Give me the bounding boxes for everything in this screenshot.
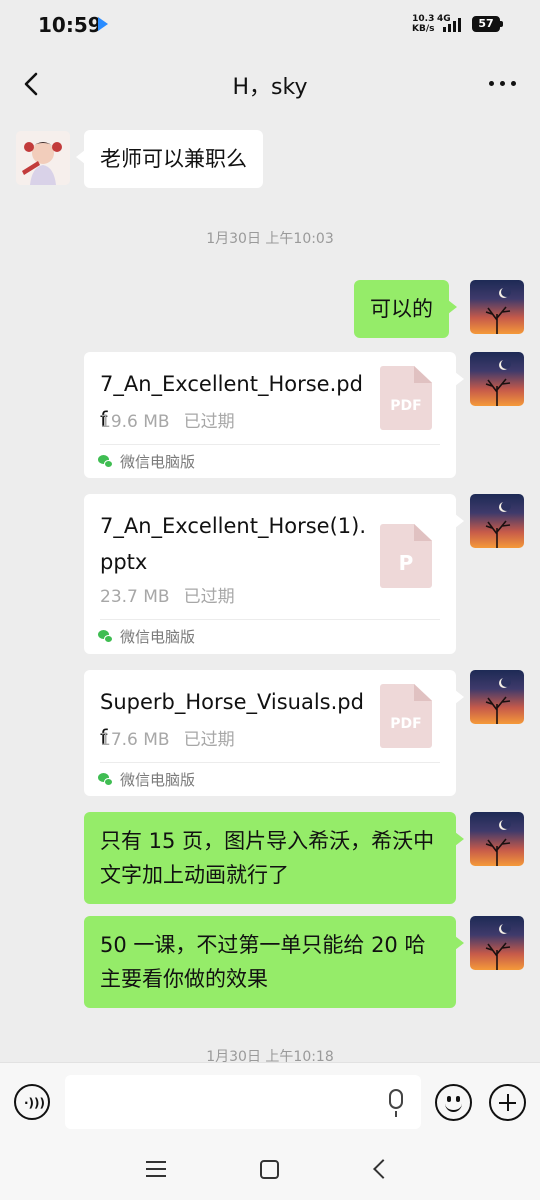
file-size: 17.6 MB	[100, 730, 170, 750]
file-card[interactable]: 7_An_Excellent_Horse.pdf 19.6 MB 已过期 PDF …	[84, 352, 464, 478]
plus-icon[interactable]	[489, 1084, 526, 1121]
pdf-file-icon: PDF	[380, 366, 432, 430]
file-source: 微信电脑版	[98, 769, 195, 790]
system-nav-bar	[0, 1142, 540, 1200]
file-source: 微信电脑版	[98, 626, 195, 647]
file-status: 已过期	[183, 412, 235, 432]
file-size: 23.7 MB	[100, 587, 170, 607]
divider	[100, 762, 440, 763]
status-time: 10:59	[38, 13, 102, 37]
chat-header: H，sky	[0, 55, 540, 115]
file-status: 已过期	[183, 730, 235, 750]
divider	[100, 619, 440, 620]
file-source: 微信电脑版	[98, 451, 195, 472]
divider	[100, 444, 440, 445]
timestamp: 1月30日 上午10:03	[206, 231, 334, 247]
file-size: 19.6 MB	[100, 412, 170, 432]
my-avatar[interactable]	[470, 352, 524, 406]
message-bubble-sent[interactable]: 只有 15 页，图片导入希沃，希沃中文字加上动画就行了	[84, 812, 464, 904]
file-card[interactable]: Superb_Horse_Visuals.pdf 17.6 MB 已过期 PDF …	[84, 670, 464, 796]
message-bubble-sent[interactable]: 50 一课，不过第一单只能给 20 哈主要看你做的效果	[84, 916, 464, 1008]
my-avatar[interactable]	[470, 280, 524, 334]
app-notification-icon	[98, 17, 108, 31]
more-dots-icon[interactable]	[489, 81, 516, 86]
wechat-icon	[98, 454, 114, 469]
ppt-file-icon: P	[380, 524, 432, 588]
my-avatar[interactable]	[470, 670, 524, 724]
menu-icon[interactable]	[146, 1161, 166, 1177]
home-icon[interactable]	[260, 1160, 279, 1179]
message-bubble-sent[interactable]: 可以的	[354, 280, 457, 338]
file-meta: 17.6 MB 已过期	[100, 725, 235, 750]
voice-icon[interactable]: ·)))	[14, 1084, 50, 1120]
my-avatar[interactable]	[470, 916, 524, 970]
pdf-file-icon: PDF	[380, 684, 432, 748]
mic-icon[interactable]	[389, 1089, 403, 1117]
file-name: 7_An_Excellent_Horse(1).pptx	[100, 514, 367, 574]
wechat-icon	[98, 772, 114, 787]
my-avatar[interactable]	[470, 494, 524, 548]
battery-icon: 57	[472, 16, 503, 32]
chat-title: H，sky	[232, 75, 308, 100]
message-input[interactable]	[65, 1075, 421, 1129]
file-status: 已过期	[183, 587, 235, 607]
net-speed: 10.3 KB/s	[412, 14, 435, 34]
file-card[interactable]: 7_An_Excellent_Horse(1).pptx 23.7 MB 已过期 …	[84, 494, 464, 654]
emoji-icon[interactable]	[435, 1084, 472, 1121]
wechat-icon	[98, 629, 114, 644]
contact-avatar[interactable]	[16, 131, 70, 185]
signal-icon	[443, 16, 461, 32]
message-bubble-received[interactable]: 老师可以兼职么	[76, 130, 263, 188]
my-avatar[interactable]	[470, 812, 524, 866]
input-bar: ·)))	[0, 1062, 540, 1142]
file-meta: 19.6 MB 已过期	[100, 407, 235, 432]
nav-back-icon[interactable]	[373, 1159, 393, 1179]
file-meta: 23.7 MB 已过期	[100, 582, 235, 607]
status-bar: 10:59 10.3 KB/s 4G 57	[0, 0, 540, 50]
